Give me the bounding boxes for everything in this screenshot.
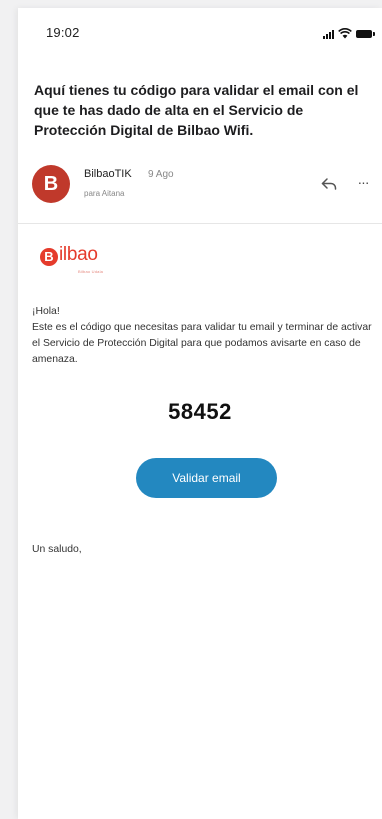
recipient-label[interactable]: para Aitana [84, 189, 124, 198]
sender-row: B BilbaoTIK 9 Ago para Aitana ··· [32, 163, 376, 207]
email-body: ¡Hola! Este es el código que necesitas p… [32, 304, 377, 368]
header-divider [18, 223, 382, 224]
bilbao-logo: B ilbao Bilbao Udala [40, 244, 160, 284]
sender-name[interactable]: BilbaoTIK [84, 168, 132, 180]
logo-text: ilbao [59, 244, 98, 265]
email-date: 9 Ago [148, 169, 174, 180]
logo-tagline: Bilbao Udala [78, 269, 104, 274]
sender-avatar[interactable]: B [32, 165, 70, 203]
greeting: ¡Hola! [32, 306, 60, 317]
wifi-icon [338, 28, 352, 39]
verification-code: 58452 [168, 399, 232, 424]
more-icon[interactable]: ··· [354, 175, 372, 193]
status-icons [323, 27, 375, 39]
status-time: 19:02 [46, 25, 80, 40]
status-bar: 19:02 [18, 8, 382, 56]
email-subject: Aquí tienes tu código para validar el em… [34, 82, 359, 138]
validate-email-button[interactable]: Validar email [136, 458, 277, 498]
battery-icon [356, 30, 375, 38]
logo-letter: B [40, 248, 58, 266]
body-paragraph: Este es el código que necesitas para val… [32, 322, 372, 365]
email-screen: 19:02 Aquí tienes tu código para validar… [18, 8, 382, 819]
signoff: Un saludo, [32, 544, 82, 555]
reply-icon[interactable] [320, 175, 338, 193]
signal-icon [323, 29, 334, 39]
